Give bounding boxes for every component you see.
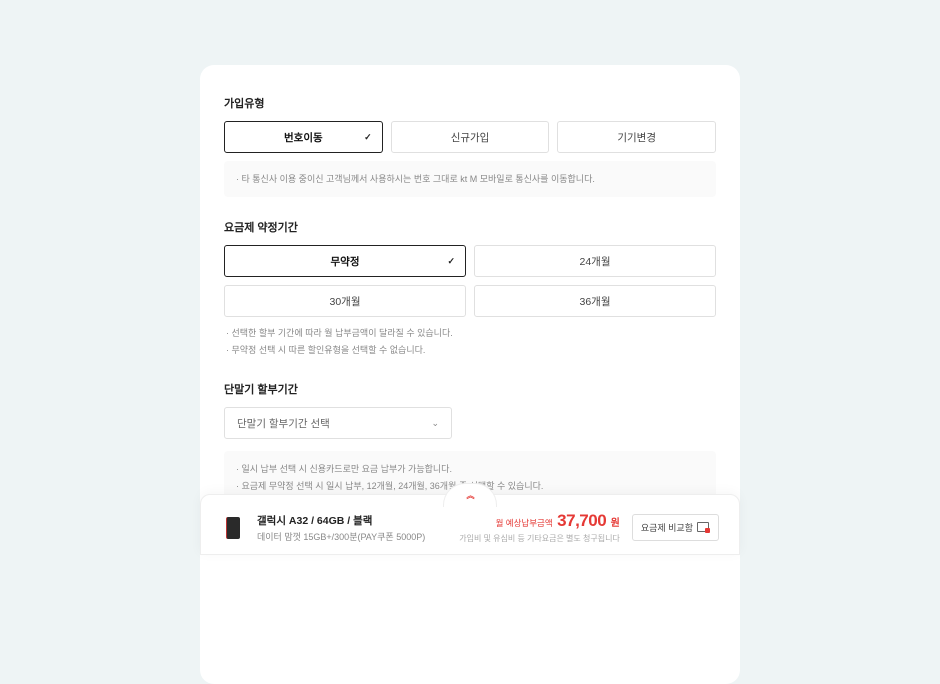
option-label: 기기변경	[617, 130, 656, 145]
price-amount: 37,700	[557, 511, 606, 530]
subscription-note-box: · 타 통신사 이용 중이신 고객님께서 사용하시는 번호 그대로 kt M 모…	[224, 161, 716, 197]
option-label: 36개월	[580, 294, 611, 309]
contract-options-row2: 30개월 36개월	[224, 285, 716, 317]
price-block: 월 예상납부금액 37,700 원 가입비 및 유심비 등 기타요금은 별도 청…	[459, 511, 620, 544]
contract-title: 요금제 약정기간	[224, 219, 716, 235]
select-placeholder: 단말기 할부기간 선택	[237, 416, 330, 431]
subscription-option-new[interactable]: 신규가입	[391, 121, 550, 153]
contract-options-row1: 무약정 ✓ 24개월	[224, 245, 716, 277]
chevron-down-icon: ⌄	[431, 418, 439, 429]
contract-option-24[interactable]: 24개월	[474, 245, 716, 277]
main-form-card: 가입유형 번호이동 ✓ 신규가입 기기변경 · 타 통신사 이용 중이신 고객님…	[200, 65, 740, 684]
check-icon: ✓	[447, 256, 455, 267]
subscription-option-change[interactable]: 기기변경	[557, 121, 716, 153]
contract-option-36[interactable]: 36개월	[474, 285, 716, 317]
contract-option-none[interactable]: 무약정 ✓	[224, 245, 466, 277]
note-text: · 일시 납부 선택 시 신용카드로만 요금 납부가 가능합니다.	[236, 461, 704, 477]
product-name: 갤럭시 A32 / 64GB / 블랙	[257, 513, 459, 528]
compare-icon	[697, 522, 710, 533]
option-label: 24개월	[580, 254, 611, 269]
price-unit: 원	[611, 518, 620, 529]
subscription-options: 번호이동 ✓ 신규가입 기기변경	[224, 121, 716, 153]
plan-name: 데이터 맘껏 15GB+/300분(PAY쿠폰 5000P)	[257, 530, 459, 543]
price-note: 가입비 및 유심비 등 기타요금은 별도 청구됩니다	[459, 533, 620, 544]
contract-notes: · 선택한 할부 기간에 따라 월 납부금액이 달라질 수 있습니다. · 무약…	[224, 325, 716, 359]
compare-plan-button[interactable]: 요금제 비교함	[632, 514, 719, 541]
product-info: 갤럭시 A32 / 64GB / 블랙 데이터 맘껏 15GB+/300분(PA…	[257, 513, 459, 543]
check-icon: ✓	[364, 132, 372, 143]
note-text: · 타 통신사 이용 중이신 고객님께서 사용하시는 번호 그대로 kt M 모…	[236, 171, 704, 187]
compare-label: 요금제 비교함	[641, 521, 693, 534]
subscription-option-transfer[interactable]: 번호이동 ✓	[224, 121, 383, 153]
option-label: 30개월	[330, 294, 361, 309]
contract-option-30[interactable]: 30개월	[224, 285, 466, 317]
option-label: 무약정	[331, 254, 360, 269]
price-label: 월 예상납부금액	[496, 518, 553, 528]
option-label: 신규가입	[451, 130, 490, 145]
installment-title: 단말기 할부기간	[224, 381, 716, 397]
option-label: 번호이동	[284, 130, 323, 145]
product-thumbnail	[221, 514, 245, 542]
phone-icon	[226, 517, 240, 539]
subscription-title: 가입유형	[224, 95, 716, 111]
chevron-up-icon: ︽	[467, 490, 474, 501]
installment-select[interactable]: 단말기 할부기간 선택 ⌄	[224, 407, 452, 439]
bottom-summary-bar: ︽ 갤럭시 A32 / 64GB / 블랙 데이터 맘껏 15GB+/300분(…	[200, 494, 740, 555]
